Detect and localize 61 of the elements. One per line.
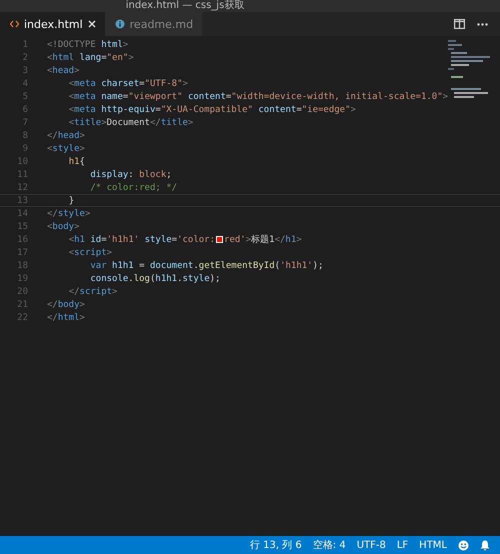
- line-number: 21: [16, 300, 28, 310]
- line-number: 16: [16, 234, 28, 244]
- line-number: 22: [16, 312, 28, 322]
- line-number: 2: [22, 52, 28, 62]
- line-number: 4: [22, 78, 28, 88]
- code-text: <h1 id='h1h1' style='color:: [68, 234, 216, 244]
- status-item[interactable]: HTML: [419, 540, 447, 550]
- code-text: }: [68, 196, 74, 206]
- code-text: <script>: [68, 248, 112, 258]
- code-text: </head>: [47, 130, 85, 140]
- code-text: display: block;: [89, 170, 172, 180]
- window-title: index.html — css_js获取: [126, 0, 244, 12]
- code-text: h1{: [68, 156, 85, 166]
- code-text: <meta name="viewport" content="width=device-width, initial-scale=1.0">: [68, 92, 448, 102]
- more-icon[interactable]: [477, 22, 488, 26]
- code-text: <meta http-equiv="X-UA-Compatible" content="ie=edge">: [68, 104, 356, 114]
- code-icon: [10, 20, 19, 28]
- status-item[interactable]: 空格: 4: [312, 538, 346, 552]
- code-text: /* color:red; */: [89, 182, 178, 192]
- line-number: 20: [16, 286, 28, 296]
- code-text: <!DOCTYPE html>: [47, 40, 128, 50]
- line-number: 6: [22, 104, 28, 114]
- code-text: </html>: [47, 312, 85, 322]
- code-text: var h1h1 = document.getElementById('h1h1');: [89, 260, 324, 270]
- line-number: 8: [22, 130, 28, 140]
- line-number: 12: [16, 182, 28, 192]
- editor-tab[interactable]: index.html: [0, 12, 105, 36]
- line-number: 1: [22, 40, 28, 50]
- line-number: 17: [16, 248, 28, 258]
- code-text: red'>标题1</h1>: [224, 234, 302, 246]
- code-text: </style>: [47, 208, 90, 218]
- editor-tab[interactable]: readme.md: [104, 12, 202, 36]
- line-number: 18: [16, 260, 28, 270]
- code-text: <head>: [47, 66, 80, 76]
- line-number: 9: [22, 144, 28, 154]
- code-text: console.log(h1h1.style);: [89, 274, 220, 284]
- code-text: <body>: [47, 222, 80, 232]
- status-item[interactable]: UTF-8: [356, 540, 386, 550]
- status-item[interactable]: 行 13, 列 6: [250, 538, 302, 552]
- line-number: 10: [16, 156, 28, 166]
- line-number: 15: [16, 222, 28, 232]
- close-icon[interactable]: [88, 20, 96, 28]
- code-text: <title>Document</title>: [68, 118, 194, 128]
- color-swatch[interactable]: [216, 236, 224, 243]
- line-number: 5: [22, 92, 28, 102]
- info-icon: [114, 19, 125, 29]
- smiley-icon[interactable]: [458, 540, 469, 550]
- code-text: </body>: [47, 300, 85, 310]
- line-number: 13: [16, 196, 28, 206]
- code-text: <style>: [47, 144, 85, 154]
- bell-icon[interactable]: [480, 540, 490, 550]
- line-number: 14: [16, 208, 28, 218]
- code-text: </script>: [68, 286, 118, 296]
- code-text: <meta charset="UTF-8">: [68, 78, 188, 88]
- line-number: 11: [16, 170, 28, 180]
- line-number: 19: [16, 274, 28, 284]
- line-number: 7: [22, 118, 28, 128]
- code-text: <html lang="en">: [47, 52, 134, 62]
- line-number: 3: [22, 66, 28, 76]
- status-item[interactable]: LF: [396, 540, 408, 550]
- split-editor-icon[interactable]: [454, 19, 465, 29]
